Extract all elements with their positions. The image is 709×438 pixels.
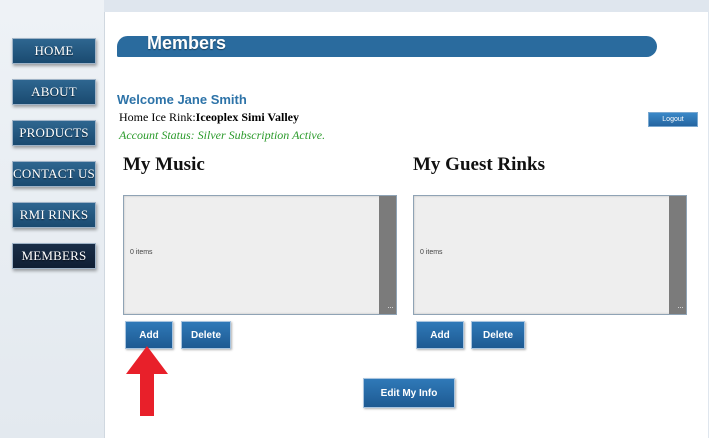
music-delete-button[interactable]: Delete	[181, 321, 231, 349]
music-list[interactable]: 0 items ···	[123, 195, 397, 315]
my-guest-rinks-title: My Guest Rinks	[413, 154, 545, 175]
nav-rmi-rinks-button[interactable]: RMI RINKS	[12, 202, 96, 228]
more-icon: ···	[387, 302, 394, 312]
my-music-title: My Music	[123, 154, 205, 175]
edit-my-info-button[interactable]: Edit My Info	[363, 378, 455, 408]
music-count: 0 items	[130, 249, 153, 256]
music-scrollbar[interactable]: ···	[379, 196, 396, 314]
more-icon: ···	[677, 302, 684, 312]
arrow-up-icon	[126, 346, 168, 416]
guest-rinks-delete-button[interactable]: Delete	[471, 321, 525, 349]
sidebar-nav: HOME ABOUT PRODUCTS CONTACT US RMI RINKS…	[0, 0, 104, 438]
nav-home-button[interactable]: HOME	[12, 38, 96, 64]
guest-rinks-list[interactable]: 0 items ···	[413, 195, 687, 315]
header-bar: Members	[117, 33, 657, 57]
nav-contact-button[interactable]: CONTACT US	[12, 161, 96, 187]
guest-rinks-add-button[interactable]: Add	[416, 321, 464, 349]
home-rink-label: Home Ice Rink:	[119, 110, 196, 124]
nav-members-button[interactable]: MEMBERS	[12, 243, 96, 269]
nav-products-button[interactable]: PRODUCTS	[12, 120, 96, 146]
nav-about-button[interactable]: ABOUT	[12, 79, 96, 105]
guest-rinks-scrollbar[interactable]: ···	[669, 196, 686, 314]
home-rink-row: Home Ice Rink:Iceoplex Simi Valley	[119, 110, 299, 125]
account-status: Account Status: Silver Subscription Acti…	[119, 128, 326, 142]
home-rink-value: Iceoplex Simi Valley	[195, 110, 299, 124]
guest-rinks-count: 0 items	[420, 249, 443, 256]
page-title: Members	[147, 33, 227, 53]
logout-button[interactable]: Logout	[648, 112, 698, 127]
main-content: Members Welcome Jane Smith Home Ice Rink…	[104, 12, 708, 438]
welcome-text: Welcome Jane Smith	[117, 92, 247, 107]
